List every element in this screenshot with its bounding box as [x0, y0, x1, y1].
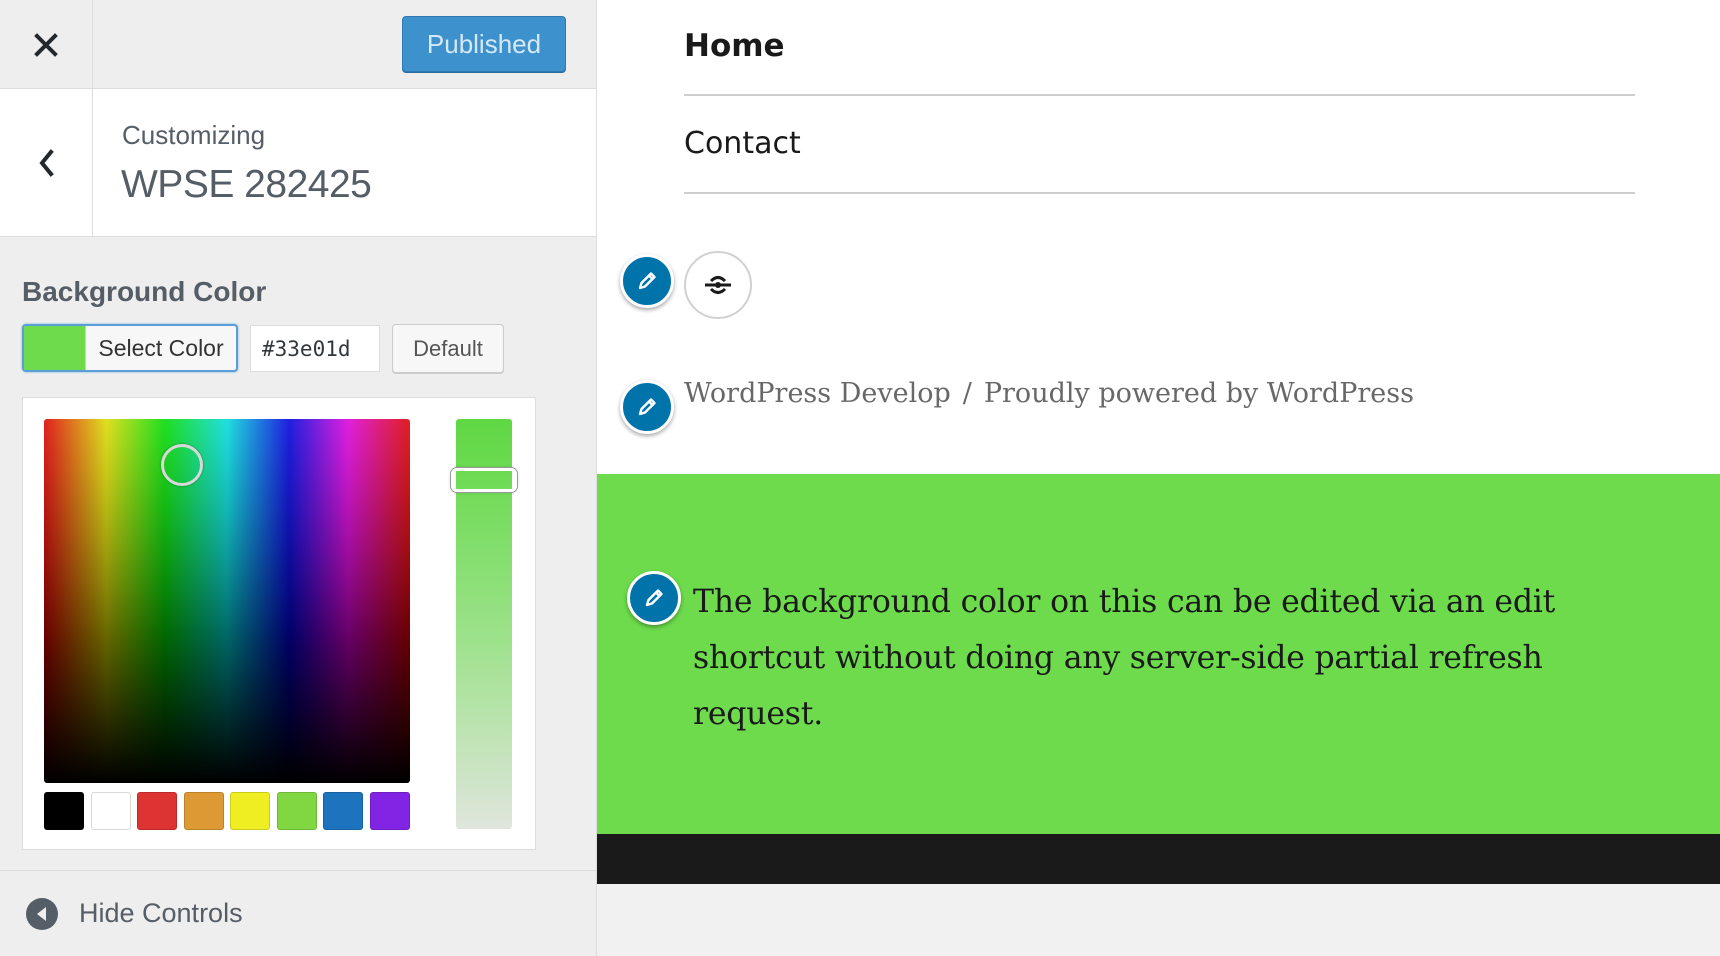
arrow-left-circle-icon — [26, 897, 58, 930]
pencil-icon — [638, 272, 656, 290]
palette-swatch-7[interactable] — [323, 792, 363, 830]
pencil-icon — [645, 589, 663, 607]
spectrum-handle[interactable] — [161, 444, 203, 486]
footer-credit: WordPress Develop / Proudly powered by Wor… — [684, 378, 1414, 409]
back-button[interactable] — [0, 89, 93, 237]
color-palette — [44, 792, 416, 830]
hex-color-input[interactable] — [250, 325, 380, 372]
select-color-label: Select Color — [98, 334, 224, 361]
close-button[interactable] — [0, 0, 93, 89]
color-spectrum[interactable] — [44, 419, 410, 783]
chevron-left-icon — [39, 149, 54, 177]
menu-item-home[interactable]: Home — [684, 0, 1635, 96]
publish-button[interactable]: Published — [402, 16, 566, 72]
palette-swatch-1[interactable] — [44, 792, 84, 830]
default-button[interactable]: Default — [392, 324, 504, 373]
palette-swatch-5[interactable] — [230, 792, 270, 830]
menu-item-contact[interactable]: Contact — [684, 96, 1635, 194]
color-preview-swatch — [24, 326, 86, 370]
palette-swatch-4[interactable] — [183, 792, 224, 830]
hide-controls-label: Hide Controls — [79, 898, 243, 928]
close-icon — [34, 32, 58, 57]
customizer-header: Published — [0, 0, 596, 89]
site-preview: Home Contact WordPress Develop / Proudly p… — [597, 0, 1720, 956]
edit-shortcut-footer[interactable] — [620, 380, 674, 434]
customizing-label: Customizing — [122, 120, 266, 150]
credit-separator: / — [962, 378, 972, 409]
customizer-info: Customizing WPSE 282425 — [0, 89, 596, 237]
palette-swatch-2[interactable] — [90, 792, 131, 830]
select-color-button[interactable]: Select Color — [22, 324, 238, 372]
palette-swatch-8[interactable] — [369, 792, 410, 830]
site-title: WPSE 282425 — [121, 163, 372, 206]
palette-swatch-6[interactable] — [276, 792, 317, 830]
preview-bottom-area — [597, 884, 1720, 956]
customizer-sidebar: Published Customizing WPSE 282425 Backgr… — [0, 0, 597, 956]
powered-by-link[interactable]: Proudly powered by WordPress — [984, 378, 1414, 409]
palette-swatch-3[interactable] — [137, 792, 177, 830]
social-link-codepen[interactable] — [684, 251, 752, 319]
edit-shortcut-social[interactable] — [620, 254, 674, 308]
dark-footer-bar — [597, 834, 1720, 884]
green-section-text: The background color on this can be edit… — [693, 584, 1556, 732]
control-title: Background Color — [22, 276, 267, 307]
edit-shortcut-background[interactable] — [627, 571, 681, 625]
pencil-icon — [638, 398, 656, 416]
color-picker — [22, 397, 536, 850]
hide-controls-button[interactable]: Hide Controls — [0, 870, 596, 956]
site-name-link[interactable]: WordPress Develop — [684, 378, 951, 409]
slider-handle[interactable] — [451, 468, 517, 492]
green-section: The background color on this can be edit… — [597, 474, 1720, 834]
codepen-icon — [705, 276, 731, 294]
